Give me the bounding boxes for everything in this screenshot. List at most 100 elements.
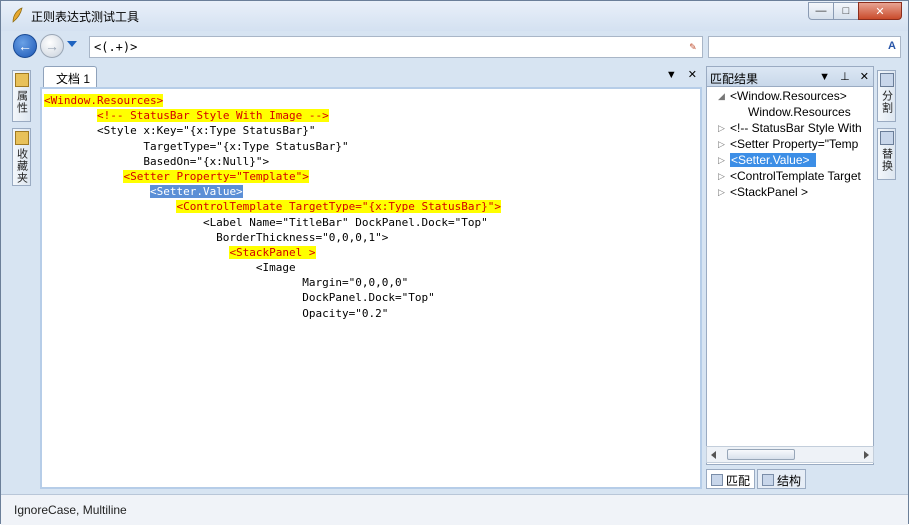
code-text-segment: <Label Name="TitleBar" DockPanel.Dock="T… xyxy=(44,215,488,229)
regex-input[interactable]: <(.+)> ✎ xyxy=(89,36,703,58)
code-line: <Window.Resources> xyxy=(44,93,501,108)
scroll-thumb[interactable] xyxy=(727,449,795,460)
back-button[interactable]: ← xyxy=(13,34,37,58)
text-editor[interactable]: <Window.Resources> <!-- StatusBar Style … xyxy=(40,87,702,489)
favorites-icon xyxy=(14,131,29,145)
left-sidebar: 属性 收藏夹 xyxy=(12,70,32,192)
panel-menu-icon[interactable]: ▼ xyxy=(819,71,830,83)
code-text-segment xyxy=(44,200,176,213)
match-tree-label: Window.Resources xyxy=(748,105,851,119)
code-text-segment: TargetType="{x:Type StatusBar}" xyxy=(44,139,349,153)
collapsed-arrow-icon[interactable]: ▷ xyxy=(718,123,725,134)
collapsed-arrow-icon[interactable]: ▷ xyxy=(718,139,725,150)
scroll-left-icon[interactable] xyxy=(711,451,716,459)
code-text-segment: BasedOn="{x:Null}"> xyxy=(44,154,270,168)
code-line: BorderThickness="0,0,0,1"> xyxy=(44,230,501,245)
document-pane: 文档 1 ▼ ✕ <Window.Resources> <!-- StatusB… xyxy=(37,66,703,491)
code-line: Margin="0,0,0,0" xyxy=(44,275,501,290)
match-tree-label: <Window.Resources> xyxy=(730,89,847,103)
match-panel-header: 匹配结果 ▼ ⊥ ✕ xyxy=(706,66,874,87)
sidebar-tab-split[interactable]: 分割 xyxy=(877,70,896,122)
code-line: <ControlTemplate TargetType="{x:Type Sta… xyxy=(44,199,501,214)
code-text-segment: <Image xyxy=(44,261,296,275)
app-window: 正则表达式测试工具 — □ ✕ ← → <(.+)> ✎ A 属性 收藏夹 文档… xyxy=(0,0,909,525)
replace-font-icon[interactable]: A xyxy=(888,40,896,52)
collapsed-arrow-icon[interactable]: ▷ xyxy=(718,171,725,182)
match-tree-label: <Setter Property="Temp xyxy=(730,137,859,151)
pin-icon[interactable]: ⊥ xyxy=(840,71,850,83)
match-tree-label: <StackPanel > xyxy=(730,185,809,199)
window-title: 正则表达式测试工具 xyxy=(31,10,140,24)
match-tree-label: <Setter.Value> xyxy=(730,153,816,167)
code-line: <Label Name="TitleBar" DockPanel.Dock="T… xyxy=(44,215,501,230)
match-tree[interactable]: ◢ <Window.Resources> Window.Resources ▷ <!--… xyxy=(706,87,874,465)
history-dropdown-icon[interactable] xyxy=(67,41,77,47)
regex-match-highlight: <!-- StatusBar Style With Image --> xyxy=(96,109,329,123)
forward-button[interactable]: → xyxy=(40,34,64,58)
code-line: DockPanel.Dock="Top" xyxy=(44,290,501,305)
sidebar-tab-label: 替换 xyxy=(880,148,893,172)
code-text-segment xyxy=(44,109,97,122)
sidebar-tab-properties[interactable]: 属性 xyxy=(12,70,31,122)
code-line: <!-- StatusBar Style With Image --> xyxy=(44,108,501,123)
properties-icon xyxy=(14,73,29,87)
code-text-segment xyxy=(44,170,123,183)
expanded-arrow-icon[interactable]: ◢ xyxy=(718,91,725,102)
tab-menu-icon[interactable]: ▼ xyxy=(666,69,677,81)
title-bar[interactable]: 正则表达式测试工具 — □ ✕ xyxy=(1,1,908,31)
sidebar-tab-label: 分割 xyxy=(880,90,893,114)
regex-options-icon[interactable]: ✎ xyxy=(689,40,696,53)
code-text-segment: BorderThickness="0,0,0,1"> xyxy=(44,230,389,244)
app-leaf-icon xyxy=(12,7,23,23)
code-line: BasedOn="{x:Null}"> xyxy=(44,154,501,169)
code-line: <Setter.Value> xyxy=(44,184,501,199)
code-line: <Image xyxy=(44,260,501,275)
sidebar-tab-favorites[interactable]: 收藏夹 xyxy=(12,128,31,186)
horizontal-scrollbar[interactable] xyxy=(706,446,874,463)
tab-match[interactable]: 匹配 xyxy=(706,469,756,489)
match-panel-controls: ▼ ⊥ ✕ xyxy=(812,70,869,83)
sidebar-tab-label: 收藏夹 xyxy=(15,148,28,184)
replace-input[interactable]: A xyxy=(708,36,901,58)
close-button[interactable]: ✕ xyxy=(858,2,902,20)
code-text-segment: <Style x:Key="{x:Type StatusBar}" xyxy=(44,124,316,138)
match-panel-tabs: 匹配 结构 xyxy=(706,469,808,489)
code-line: <Setter Property="Template"> xyxy=(44,169,501,184)
panel-close-icon[interactable]: ✕ xyxy=(860,71,869,83)
regex-input-value: <(.+)> xyxy=(94,40,138,54)
sidebar-tab-label: 属性 xyxy=(15,90,28,114)
match-tree-label: <!-- StatusBar Style With xyxy=(730,121,862,135)
document-tab-controls: ▼ ✕ xyxy=(658,68,697,81)
match-tree-label: <ControlTemplate Target xyxy=(730,169,861,183)
window-controls: — □ ✕ xyxy=(808,2,902,20)
code-text-segment: DockPanel.Dock="Top" xyxy=(44,291,435,305)
code-text: <Window.Resources> <!-- StatusBar Style … xyxy=(44,93,501,321)
replace-tab-icon xyxy=(879,131,894,145)
tab-match-label: 匹配 xyxy=(726,473,751,488)
collapsed-arrow-icon[interactable]: ▷ xyxy=(718,187,725,198)
code-line: TargetType="{x:Type StatusBar}" xyxy=(44,139,501,154)
tab-structure-label: 结构 xyxy=(777,473,802,488)
regex-match-highlight: <Window.Resources> xyxy=(44,94,164,107)
right-sidebar: 分割 替换 xyxy=(877,70,897,186)
code-line: <StackPanel > xyxy=(44,245,501,260)
status-bar: IgnoreCase, Multiline xyxy=(1,494,908,525)
regex-match-highlight: <StackPanel > xyxy=(229,245,316,259)
maximize-button[interactable]: □ xyxy=(833,2,859,20)
status-text: IgnoreCase, Multiline xyxy=(14,503,127,517)
scroll-right-icon[interactable] xyxy=(864,451,869,459)
match-panel-title: 匹配结果 xyxy=(710,72,759,86)
toolbar: ← → <(.+)> ✎ A xyxy=(1,31,908,65)
code-line: <Style x:Key="{x:Type StatusBar}" xyxy=(44,123,501,138)
structure-icon xyxy=(762,474,775,486)
collapsed-arrow-icon[interactable]: ▷ xyxy=(718,155,725,166)
code-text-segment: Opacity="0.2" xyxy=(44,306,389,320)
code-text-segment xyxy=(44,185,150,198)
regex-match-highlight: <Setter Property="Template"> xyxy=(123,169,309,183)
tab-structure[interactable]: 结构 xyxy=(757,469,807,489)
sidebar-tab-replace[interactable]: 替换 xyxy=(877,128,896,180)
minimize-button[interactable]: — xyxy=(808,2,834,20)
tab-close-icon[interactable]: ✕ xyxy=(688,69,697,81)
code-text-segment: Margin="0,0,0,0" xyxy=(44,276,409,290)
tab-document-1[interactable]: 文档 1 xyxy=(43,66,97,87)
